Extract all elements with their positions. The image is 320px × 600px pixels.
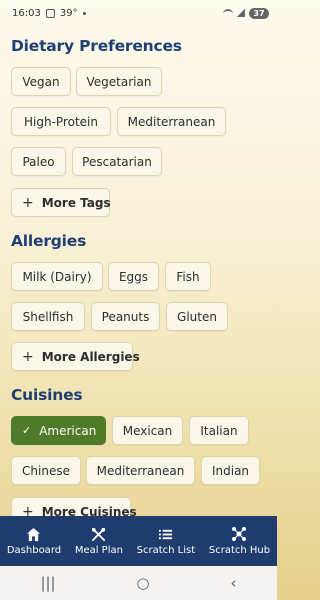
- cuisines-section-title: Cuisines: [11, 386, 83, 404]
- more-allergies-button[interactable]: + More Allergies: [11, 342, 140, 371]
- status-temp: 39°: [59, 7, 78, 19]
- recent-apps-icon[interactable]: |||: [40, 574, 55, 592]
- status-time: 16:03: [12, 7, 41, 19]
- notification-dot-icon: [82, 11, 86, 15]
- tag-eggs[interactable]: Eggs: [108, 262, 159, 291]
- tag-paleo[interactable]: Paleo: [11, 147, 66, 176]
- list-icon: [158, 526, 173, 542]
- tag-shellfish[interactable]: Shellfish: [11, 302, 85, 331]
- tag-pescatarian[interactable]: Pescatarian: [72, 147, 162, 176]
- more-cuisines-button[interactable]: + More Cuisines: [11, 497, 137, 517]
- home-icon: [26, 526, 41, 542]
- battery-icon: 37: [249, 7, 269, 19]
- bottom-nav: Dashboard Meal Plan Scratch List Scratch…: [0, 516, 277, 566]
- nav-dashboard-label: Dashboard: [6, 545, 62, 556]
- dietary-section-title: Dietary Preferences: [11, 37, 182, 55]
- wifi-icon: [223, 9, 233, 17]
- tag-high-protein[interactable]: High-Protein: [11, 107, 111, 136]
- allergies-section-title: Allergies: [11, 232, 87, 250]
- nav-dashboard[interactable]: Dashboard: [7, 526, 61, 556]
- tag-american-selected[interactable]: ✓ American: [11, 416, 106, 445]
- tag-mediterranean[interactable]: Mediterranean: [117, 107, 226, 136]
- preferences-content[interactable]: Dietary Preferences Vegan Vegetarian Hig…: [0, 26, 277, 516]
- back-icon[interactable]: ‹: [231, 574, 237, 592]
- checkmark-icon: ✓: [22, 424, 32, 437]
- nav-scratch-list[interactable]: Scratch List: [136, 526, 196, 556]
- plus-icon: +: [22, 503, 34, 517]
- tag-indian[interactable]: Indian: [201, 456, 260, 485]
- tag-peanuts[interactable]: Peanuts: [91, 302, 160, 331]
- tag-american-label: American: [39, 423, 97, 438]
- utensils-icon: [91, 526, 106, 542]
- home-circle-icon[interactable]: ○: [137, 574, 150, 592]
- tag-mexican[interactable]: Mexican: [112, 416, 183, 445]
- tag-chinese[interactable]: Chinese: [11, 456, 81, 485]
- tag-fish[interactable]: Fish: [165, 262, 211, 291]
- screenshot-icon: [45, 8, 55, 18]
- plus-icon: +: [22, 348, 34, 365]
- tag-italian[interactable]: Italian: [189, 416, 249, 445]
- nav-scratch-hub[interactable]: Scratch Hub: [209, 526, 270, 556]
- tag-gluten[interactable]: Gluten: [166, 302, 228, 331]
- tag-vegetarian[interactable]: Vegetarian: [76, 67, 162, 96]
- tag-mediterranean-cuisine[interactable]: Mediterranean: [86, 456, 195, 485]
- signal-icon: [237, 9, 245, 17]
- more-tags-label: More Tags: [41, 195, 111, 210]
- nav-scratch-hub-label: Scratch Hub: [208, 545, 271, 556]
- nav-scratch-list-label: Scratch List: [136, 545, 196, 556]
- tag-milk-dairy[interactable]: Milk (Dairy): [11, 262, 103, 291]
- plus-icon: +: [22, 194, 34, 211]
- nav-meal-plan[interactable]: Meal Plan: [75, 526, 123, 556]
- more-tags-button[interactable]: + More Tags: [11, 188, 111, 217]
- more-allergies-label: More Allergies: [41, 349, 140, 364]
- nav-meal-plan-label: Meal Plan: [74, 545, 123, 556]
- status-bar: 16:03 39° 37: [0, 0, 277, 26]
- hub-icon: [231, 526, 247, 542]
- more-cuisines-label: More Cuisines: [41, 504, 137, 517]
- system-nav-bar: ||| ○ ‹: [0, 566, 277, 600]
- tag-vegan[interactable]: Vegan: [11, 67, 71, 96]
